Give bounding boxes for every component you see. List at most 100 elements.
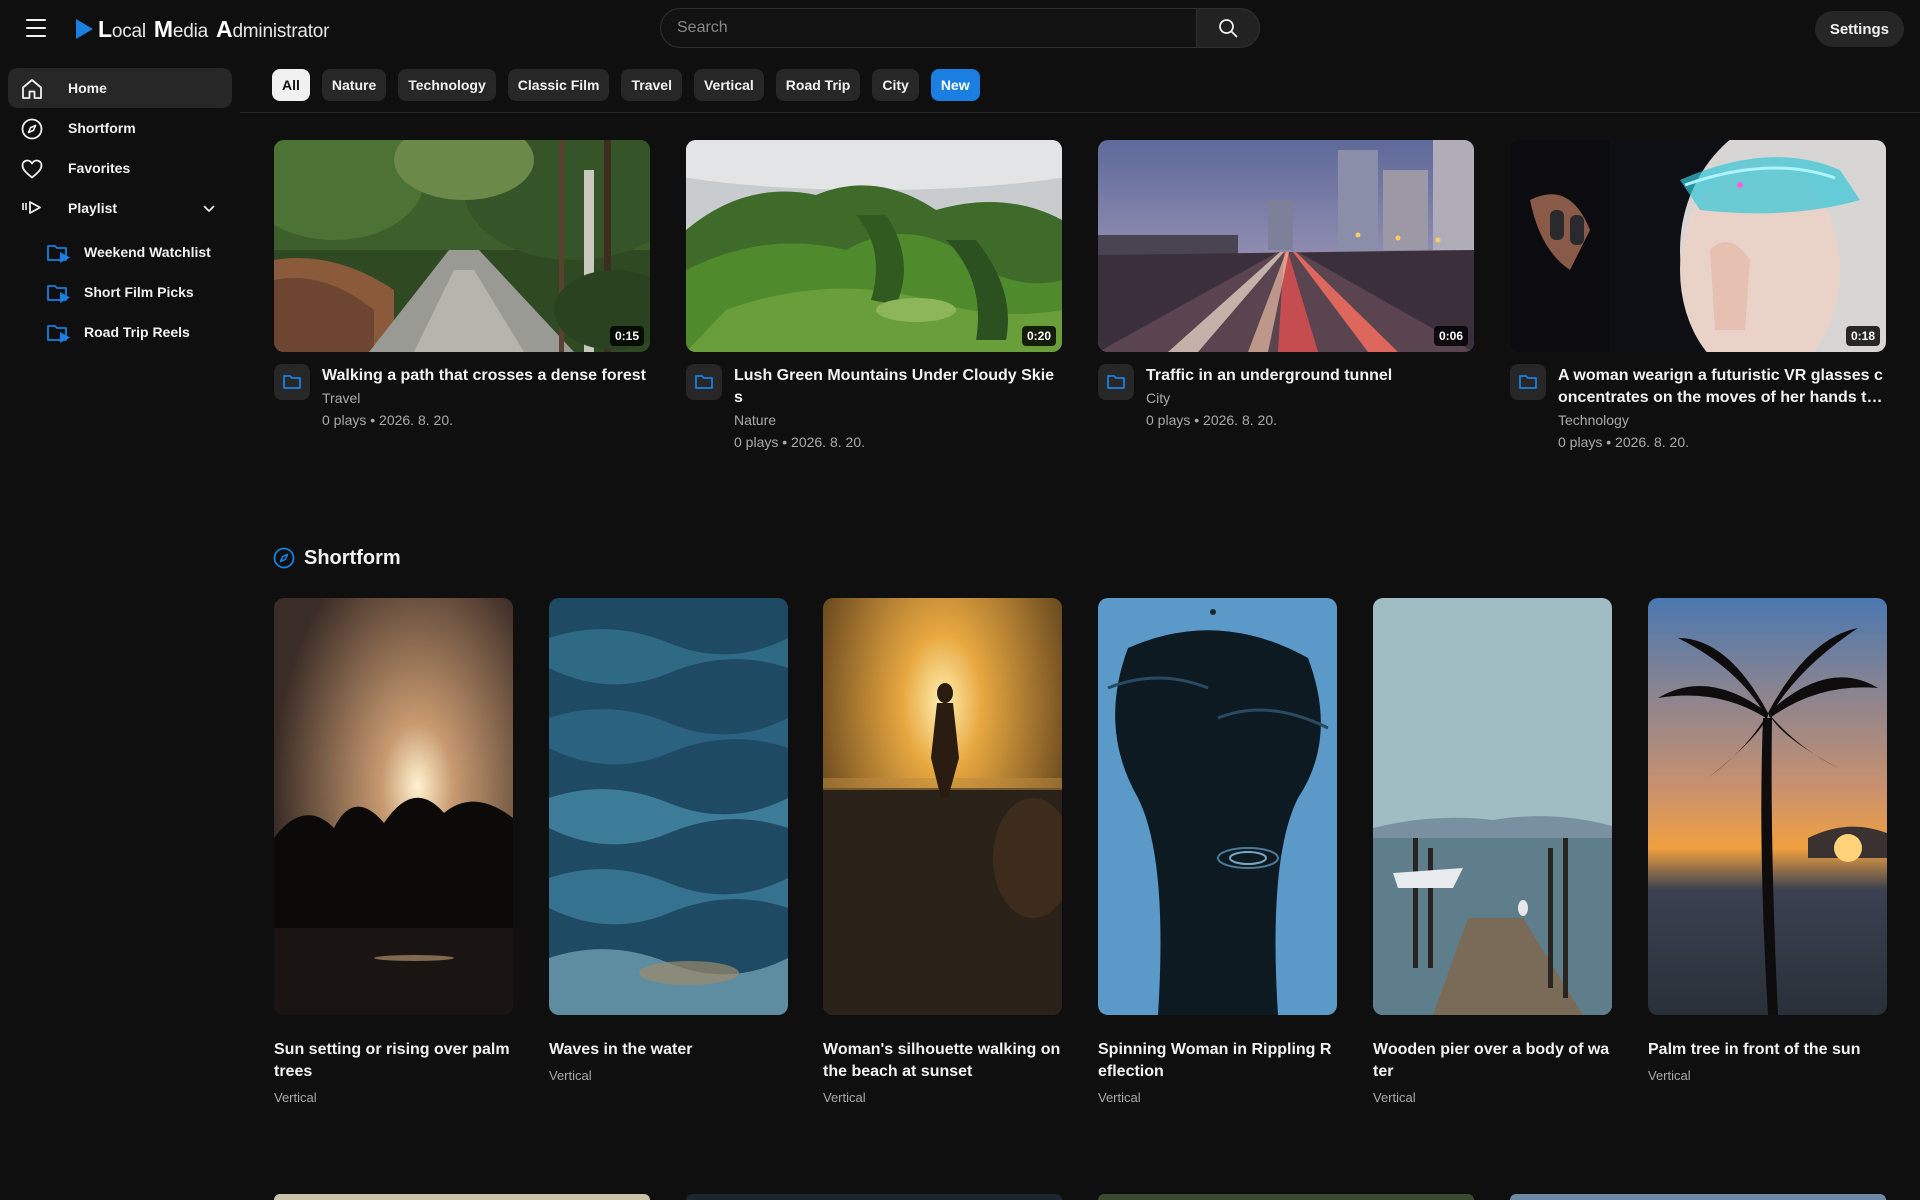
chip-city[interactable]: City — [872, 69, 919, 101]
video-category: Technology — [1558, 412, 1629, 428]
shortform-card[interactable]: Sun setting or rising over palm trees Ve… — [274, 598, 513, 1105]
vr-woman-thumbnail — [1510, 140, 1886, 352]
home-icon — [22, 79, 42, 99]
video-thumbnail-partial[interactable] — [274, 1194, 650, 1200]
shortform-thumbnail[interactable] — [823, 598, 1062, 1015]
chevron-down-icon[interactable] — [202, 202, 216, 216]
shortform-title[interactable]: Spinning Woman in Rippling Reflection — [1098, 1039, 1337, 1083]
shortform-card[interactable]: Woman's silhouette walking on the beach … — [823, 598, 1062, 1105]
video-stats: 0 plays • 2026. 8. 20. — [322, 412, 453, 428]
chip-road-trip[interactable]: Road Trip — [775, 69, 861, 101]
playlist-folder-icon — [47, 325, 70, 343]
playlist-item-road-trip-reels[interactable]: Road Trip Reels — [40, 314, 232, 350]
shortform-section-header: Shortform — [272, 544, 401, 572]
folder-icon — [1107, 375, 1125, 389]
sidebar-item-playlist[interactable]: Playlist — [8, 188, 232, 228]
settings-button[interactable]: Settings — [1814, 11, 1904, 47]
chip-all[interactable]: All — [272, 69, 310, 101]
chip-classic-film[interactable]: Classic Film — [507, 69, 610, 101]
folder-avatar[interactable] — [274, 364, 310, 400]
section-title: Shortform — [304, 546, 401, 569]
shortform-title[interactable]: Sun setting or rising over palm trees — [274, 1039, 513, 1083]
shortform-thumbnail[interactable] — [274, 598, 513, 1015]
sidebar-item-home[interactable]: Home — [8, 68, 232, 108]
video-thumbnail[interactable]: 0:15 — [274, 140, 650, 352]
shortform-thumbnail[interactable] — [1098, 598, 1337, 1015]
folder-icon — [283, 375, 301, 389]
duration-badge: 0:18 — [1845, 326, 1880, 346]
video-card[interactable]: 0:18 A woman wearign a futuristic VR gla… — [1510, 140, 1886, 453]
video-thumbnail-partial[interactable] — [1510, 1194, 1886, 1200]
sidebar-item-favorites[interactable]: Favorites — [8, 148, 232, 188]
video-card[interactable]: 0:20 Lush Green Mountains Under Cloudy S… — [686, 140, 1062, 453]
playlist-icon — [22, 201, 41, 214]
folder-avatar[interactable] — [1510, 364, 1546, 400]
city-traffic-thumbnail — [1098, 140, 1474, 352]
shortform-card[interactable]: Palm tree in front of the sun Vertical — [1648, 598, 1887, 1083]
top-bar: LocalMediaAdministrator Settings — [0, 0, 1920, 58]
chip-travel[interactable]: Travel — [621, 69, 682, 101]
video-thumbnail[interactable]: 0:06 — [1098, 140, 1474, 352]
app-logo[interactable]: Local Media Administrator — [74, 16, 329, 42]
video-category: Nature — [734, 412, 777, 428]
shortform-title[interactable]: Waves in the water — [549, 1039, 788, 1061]
waves-thumbnail — [549, 598, 788, 1015]
shortform-category: Vertical — [1098, 1090, 1141, 1105]
app-title: Local Media Administrator — [98, 15, 330, 42]
shortform-thumbnail[interactable] — [1373, 598, 1612, 1015]
beach-silhouette-thumbnail — [823, 598, 1062, 1015]
compass-icon — [21, 118, 43, 140]
folder-avatar[interactable] — [1098, 364, 1134, 400]
duration-badge: 0:20 — [1021, 326, 1056, 346]
shortform-card[interactable]: Waves in the water Vertical — [549, 598, 788, 1083]
sidebar-item-label: Shortform — [68, 120, 136, 136]
video-category: City — [1146, 390, 1171, 406]
video-thumbnail[interactable]: 0:18 — [1510, 140, 1886, 352]
shortform-card[interactable]: Spinning Woman in Rippling Reflection Ve… — [1098, 598, 1337, 1105]
chip-nature[interactable]: Nature — [321, 69, 387, 101]
video-thumbnail-partial[interactable] — [1098, 1194, 1474, 1200]
palm-tree-sun-thumbnail — [1648, 598, 1887, 1015]
search-icon — [1219, 19, 1238, 38]
video-thumbnail-partial[interactable] — [686, 1194, 1062, 1200]
playlist-folder-icon — [47, 245, 70, 263]
shortform-thumbnail[interactable] — [1648, 598, 1887, 1015]
video-title[interactable]: A woman wearign a futuristic VR glasses … — [1558, 364, 1886, 409]
video-thumbnail[interactable]: 0:20 — [686, 140, 1062, 352]
shortform-category: Vertical — [549, 1068, 592, 1083]
shortform-card[interactable]: Wooden pier over a body of water Vertica… — [1373, 598, 1612, 1105]
palm-sunset-thumbnail — [274, 598, 513, 1015]
hamburger-icon[interactable] — [22, 16, 50, 40]
video-card[interactable]: 0:15 Walking a path that crosses a dense… — [274, 140, 650, 431]
video-title[interactable]: Traffic in an underground tunnel — [1146, 364, 1474, 387]
playlist-item-short-film-picks[interactable]: Short Film Picks — [40, 274, 232, 310]
playlist-label: Weekend Watchlist — [84, 244, 211, 260]
playlist-item-weekend-watchlist[interactable]: Weekend Watchlist — [40, 234, 232, 270]
shortform-thumbnail[interactable] — [549, 598, 788, 1015]
duration-badge: 0:06 — [1433, 326, 1468, 346]
video-meta: A woman wearign a futuristic VR glasses … — [1510, 364, 1886, 453]
video-stats: 0 plays • 2026. 8. 20. — [1558, 434, 1689, 450]
chip-technology[interactable]: Technology — [398, 69, 496, 101]
video-meta: Lush Green Mountains Under Cloudy Skies … — [686, 364, 1062, 453]
sidebar-item-shortform[interactable]: Shortform — [8, 108, 232, 148]
video-meta: Traffic in an underground tunnel City 0 … — [1098, 364, 1474, 431]
sidebar-item-label: Home — [68, 80, 107, 96]
sidebar: Home Shortform Favorites Playlist Weeken… — [0, 58, 240, 1200]
search-button[interactable] — [1196, 8, 1260, 48]
search-input[interactable] — [660, 8, 1196, 48]
video-stats: 0 plays • 2026. 8. 20. — [1146, 412, 1277, 428]
folder-avatar[interactable] — [686, 364, 722, 400]
video-title[interactable]: Lush Green Mountains Under Cloudy Skies — [734, 364, 1062, 409]
category-chips: All Nature Technology Classic Film Trave… — [272, 69, 980, 101]
shortform-title[interactable]: Woman's silhouette walking on the beach … — [823, 1039, 1062, 1083]
video-card[interactable]: 0:06 Traffic in an underground tunnel Ci… — [1098, 140, 1474, 431]
duration-badge: 0:15 — [609, 326, 644, 346]
chip-new[interactable]: New — [930, 69, 980, 101]
shortform-title[interactable]: Wooden pier over a body of water — [1373, 1039, 1612, 1083]
playlist-label: Road Trip Reels — [84, 324, 190, 340]
chip-vertical[interactable]: Vertical — [693, 69, 764, 101]
shortform-title[interactable]: Palm tree in front of the sun — [1648, 1039, 1887, 1061]
video-title[interactable]: Walking a path that crosses a dense fore… — [322, 364, 650, 387]
video-stats: 0 plays • 2026. 8. 20. — [734, 434, 865, 450]
